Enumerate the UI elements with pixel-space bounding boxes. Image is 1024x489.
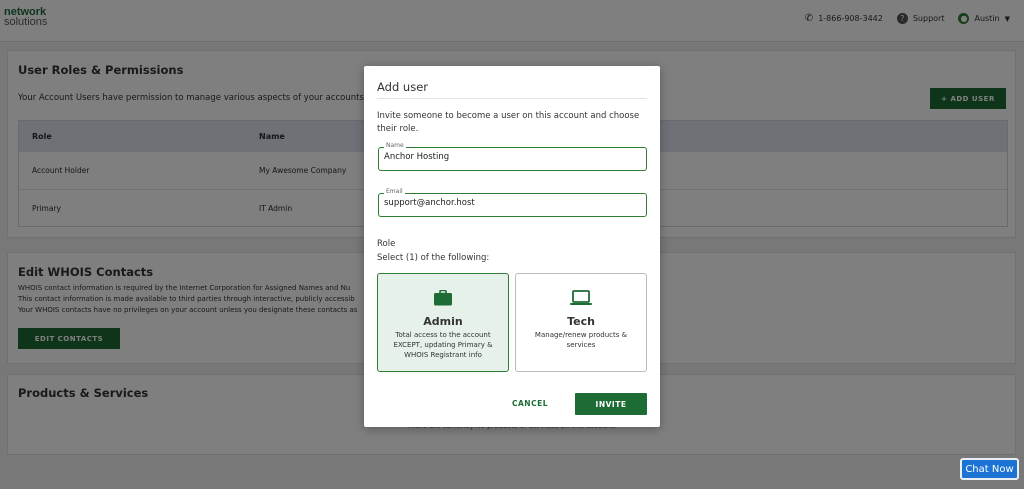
chat-now-button[interactable]: Chat Now xyxy=(960,458,1019,480)
title-divider xyxy=(377,98,647,99)
role-description: Total access to the account EXCEPT, upda… xyxy=(393,331,493,359)
briefcase-icon xyxy=(378,290,508,306)
email-field-label: Email xyxy=(384,188,405,195)
dialog-intro: Invite someone to become a user on this … xyxy=(377,111,640,134)
invite-button[interactable]: INVITE xyxy=(575,393,647,415)
role-description: Manage/renew products & services xyxy=(534,331,628,349)
name-field[interactable]: Name xyxy=(378,142,647,171)
role-heading: Role xyxy=(377,239,396,249)
role-subheading: Select (1) of the following: xyxy=(377,253,490,263)
role-name: Tech xyxy=(567,315,595,328)
role-option-admin[interactable]: Admin Total access to the account EXCEPT… xyxy=(377,273,509,372)
add-user-dialog: Add user Invite someone to become a user… xyxy=(364,66,660,427)
cancel-button[interactable]: CANCEL xyxy=(512,399,548,408)
laptop-icon xyxy=(516,290,646,306)
dialog-title: Add user xyxy=(377,80,429,94)
role-option-tech[interactable]: Tech Manage/renew products & services xyxy=(515,273,647,372)
email-input[interactable] xyxy=(384,198,639,208)
role-name: Admin xyxy=(423,315,463,328)
name-field-label: Name xyxy=(384,142,406,149)
name-input[interactable] xyxy=(384,152,639,162)
email-field[interactable]: Email xyxy=(378,188,647,217)
